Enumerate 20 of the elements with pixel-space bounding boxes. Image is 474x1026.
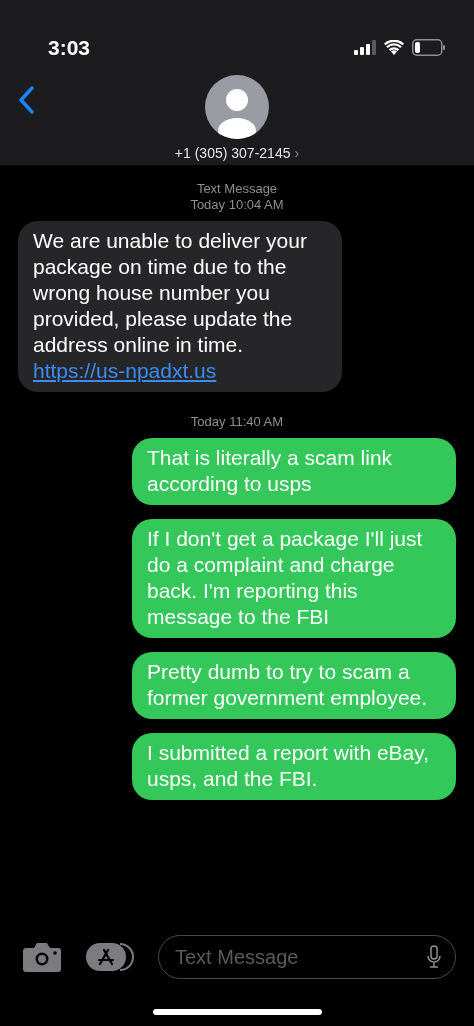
message-link[interactable]: https://us-npadxt.us <box>33 359 217 382</box>
sent-message: That is literally a scam link according to usps <box>132 438 456 505</box>
avatar-icon[interactable] <box>205 75 269 139</box>
microphone-icon[interactable] <box>426 945 442 969</box>
sent-message: I submitted a report with eBay, usps, and the FBI. <box>132 733 456 800</box>
camera-icon[interactable] <box>22 942 62 972</box>
wifi-icon <box>384 40 404 55</box>
battery-icon <box>412 39 446 56</box>
timestamp: Today 10:04 AM <box>190 197 284 213</box>
contact-name[interactable]: +1 (305) 307-2145 › <box>174 143 300 164</box>
sent-message: Pretty dumb to try to scam a former government employee. <box>132 652 456 719</box>
message-type-label: Text Message <box>196 181 278 197</box>
message-field[interactable]: Text Message <box>158 935 456 979</box>
app-store-icon[interactable] <box>86 942 134 972</box>
timestamp: Today 11:40 AM <box>190 414 284 430</box>
sent-message: If I don't get a package I'll just do a complaint and charge back. I'm reporting this message to the FBI <box>132 519 456 638</box>
received-message: We are unable to deliver your package on time due to the wrong house number you provided, please update the address online in time. https://us-npadxt.us <box>18 221 342 392</box>
back-button[interactable] <box>16 85 36 115</box>
signal-icon <box>354 40 376 55</box>
status-time: 3:03 <box>48 34 91 61</box>
